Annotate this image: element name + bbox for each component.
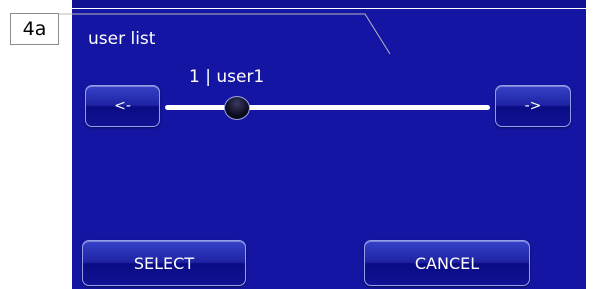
top-bar bbox=[72, 0, 586, 9]
screen-title: user list bbox=[88, 29, 156, 49]
callout-label-text: 4a bbox=[22, 18, 47, 40]
user-readout: 1 | user1 bbox=[189, 67, 265, 87]
user-slider-track[interactable] bbox=[165, 105, 490, 110]
select-button-label: SELECT bbox=[133, 253, 195, 273]
cancel-button[interactable]: CANCEL bbox=[364, 240, 530, 286]
previous-button-label: <- bbox=[114, 98, 131, 114]
cancel-button-label: CANCEL bbox=[414, 253, 480, 273]
user-slider-thumb[interactable] bbox=[224, 96, 250, 120]
select-button[interactable]: SELECT bbox=[82, 240, 246, 286]
next-button[interactable]: -> bbox=[495, 85, 571, 127]
previous-button[interactable]: <- bbox=[85, 85, 160, 127]
device-screen: user list 1 | user1 <- -> SELECT CANCEL bbox=[72, 0, 586, 289]
callout-label: 4a bbox=[10, 13, 59, 45]
next-button-label: -> bbox=[524, 98, 542, 114]
